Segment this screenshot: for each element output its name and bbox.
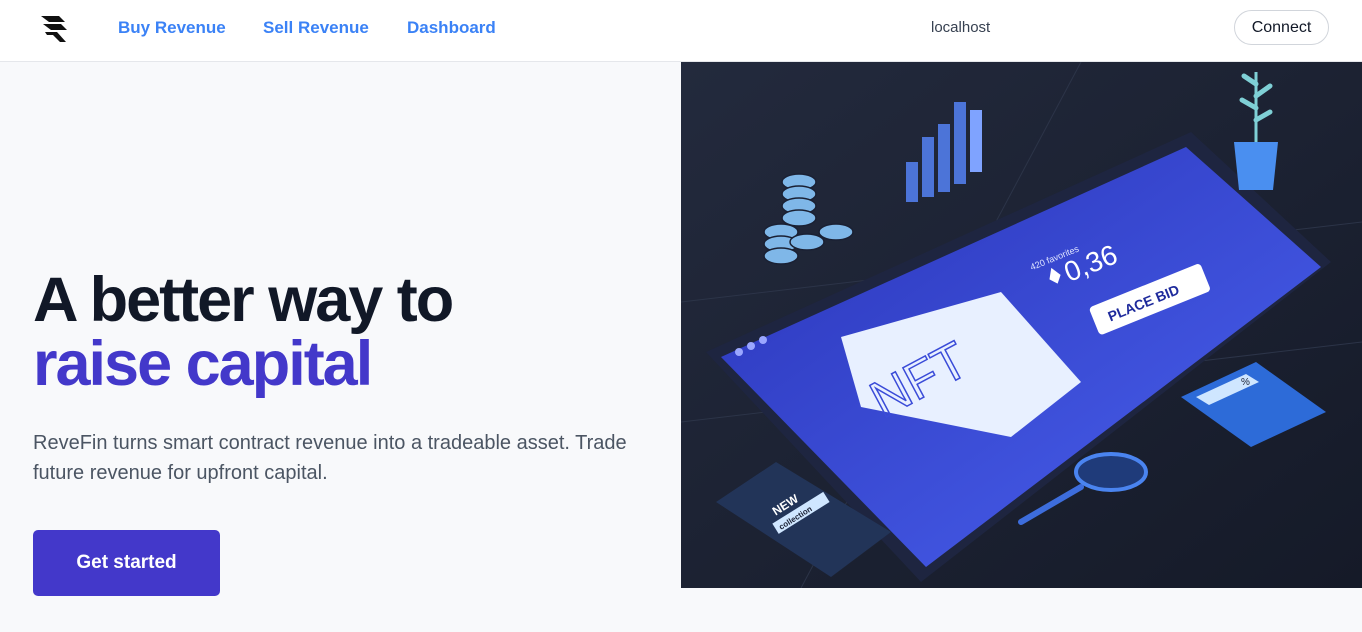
nav-dashboard[interactable]: Dashboard xyxy=(407,18,496,38)
headline-line-1: A better way to xyxy=(33,265,454,335)
hero-subtext: ReveFin turns smart contract revenue int… xyxy=(33,432,627,484)
connect-button[interactable]: Connect xyxy=(1234,10,1329,45)
revefin-logo-icon[interactable] xyxy=(39,12,69,44)
hero-headline: A better way to raise capital xyxy=(33,265,454,399)
get-started-button[interactable]: Get started xyxy=(33,530,220,596)
host-label: localhost xyxy=(931,19,991,36)
top-navbar: Buy Revenue Sell Revenue Dashboard local… xyxy=(0,0,1362,62)
nav-buy-revenue[interactable]: Buy Revenue xyxy=(118,18,226,38)
nav-sell-revenue[interactable]: Sell Revenue xyxy=(263,18,369,38)
headline-line-2: raise capital xyxy=(33,329,373,399)
calc-label: % xyxy=(1241,377,1250,388)
hero-illustration: NFT 420 favorites 0,36 PLACE BID % NEW c… xyxy=(681,62,1362,588)
